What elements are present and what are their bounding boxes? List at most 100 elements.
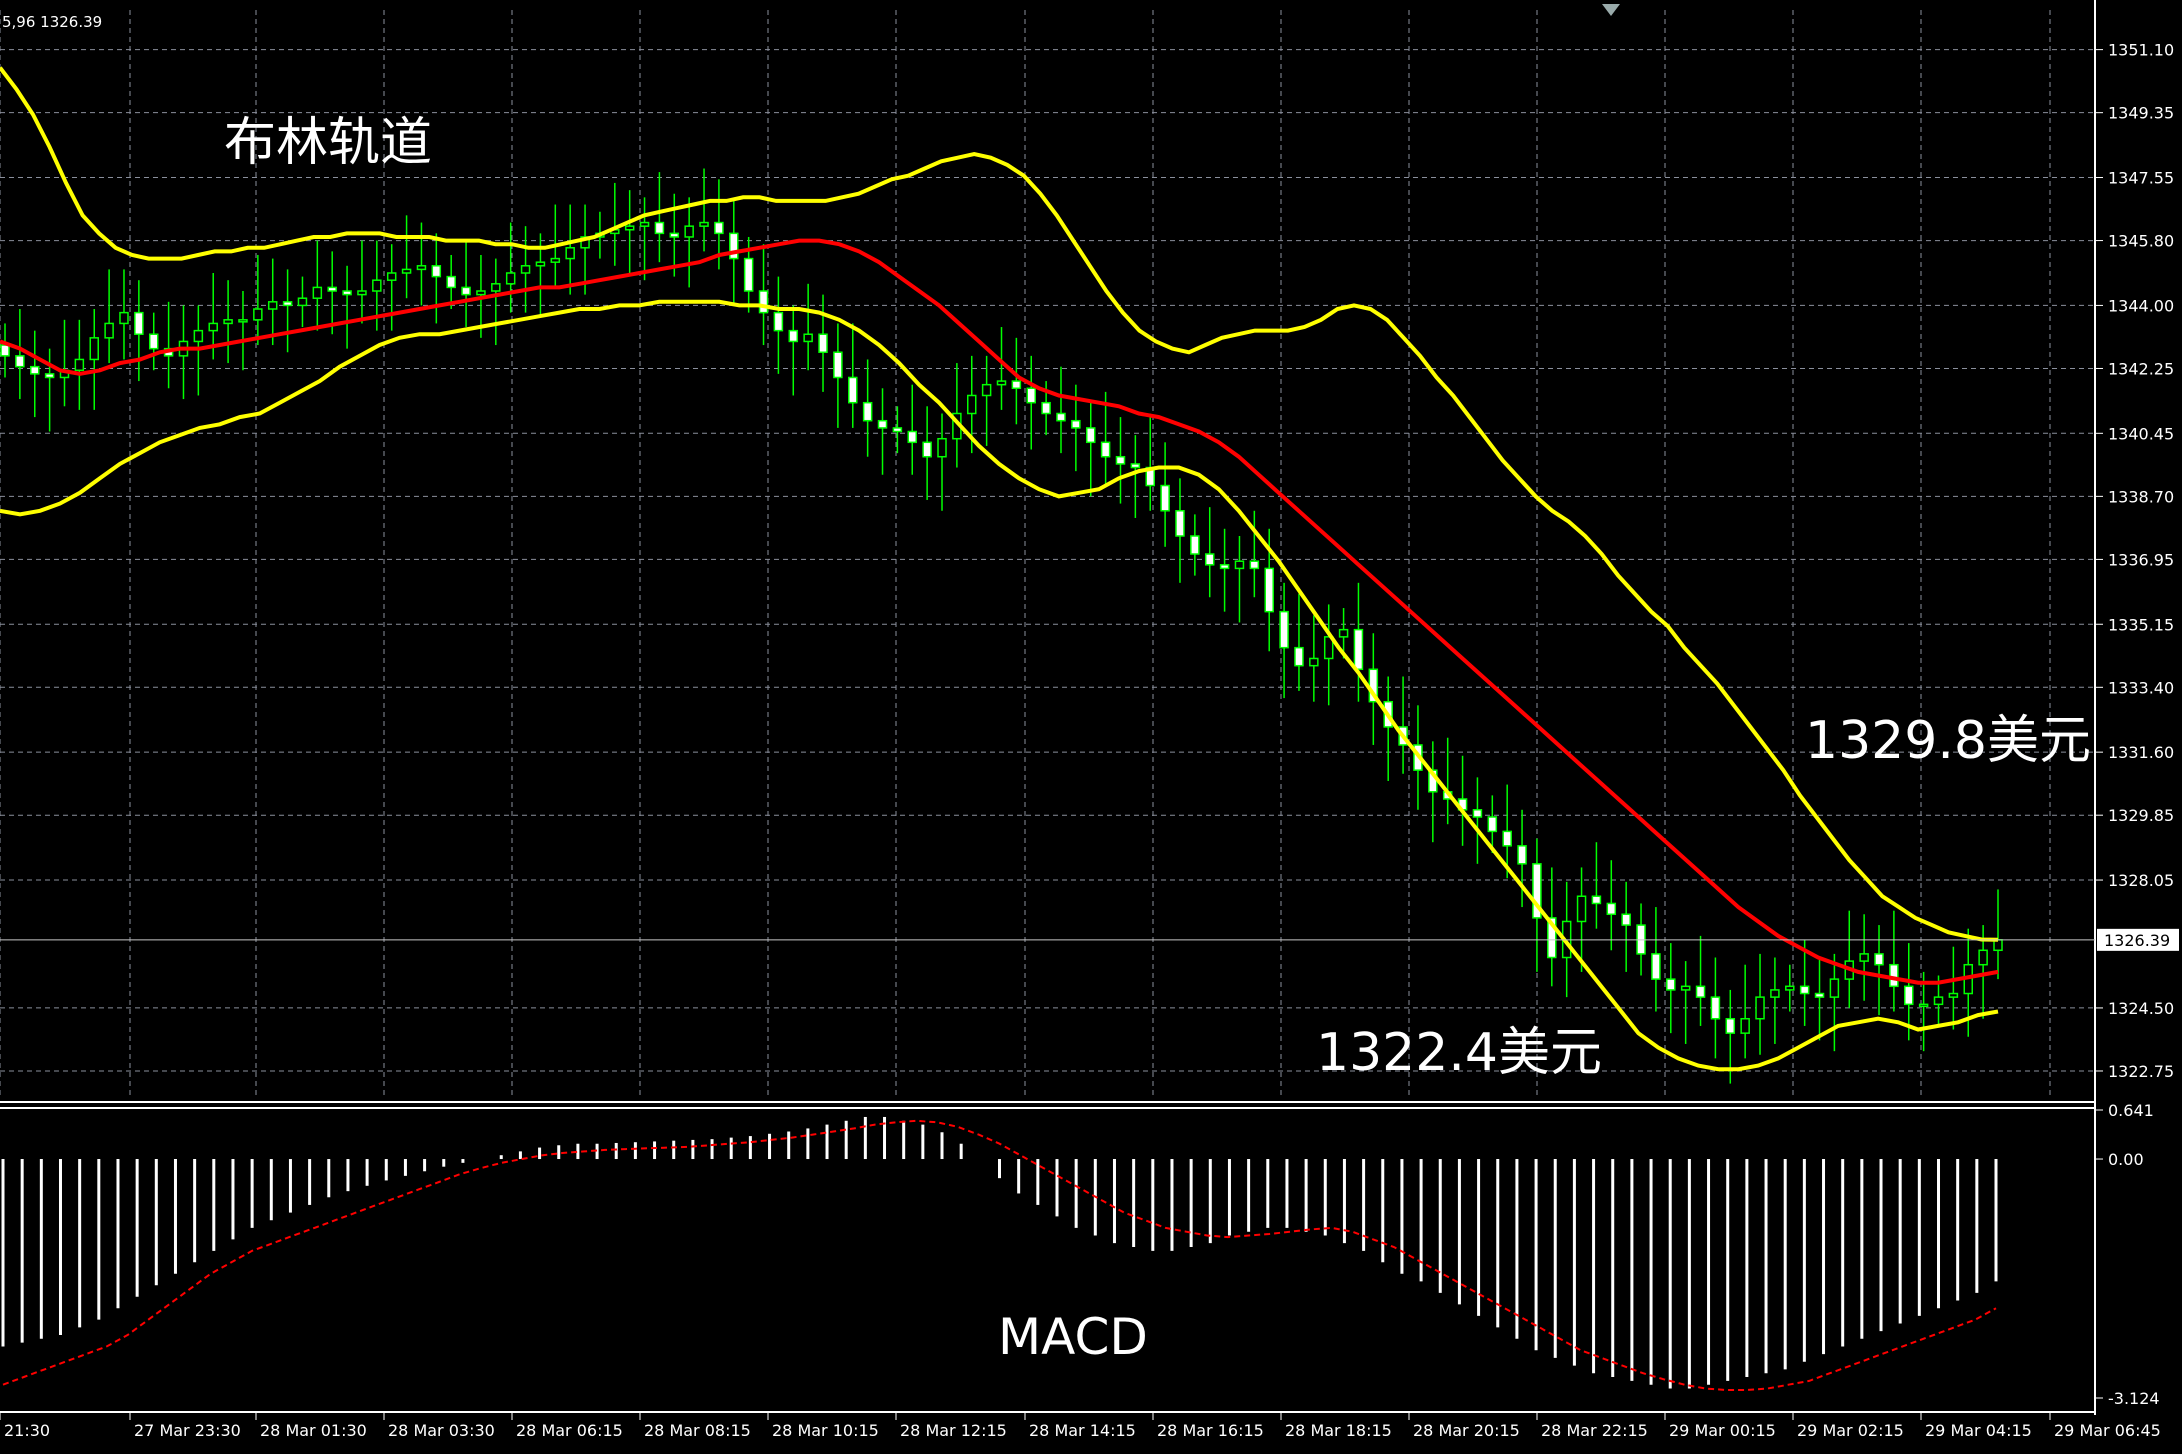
price-tick-label: 1322.75 — [2108, 1062, 2174, 1081]
candle-body — [1695, 985, 1706, 998]
candle-body — [1948, 992, 1959, 998]
candle-body — [238, 319, 248, 323]
price-tick-label: 1342.25 — [2108, 359, 2174, 378]
time-tick-label: 29 Mar 00:15 — [1669, 1421, 1776, 1440]
candle-body — [967, 394, 977, 415]
candle-body — [1785, 985, 1795, 991]
candle-body — [624, 225, 635, 231]
macd-title: MACD — [998, 1308, 1148, 1366]
chart-window: 1351.10 1349.35 1347.55 1345.80 1344.00 1342.… — [0, 0, 2182, 1450]
candle-body — [1651, 953, 1661, 980]
candle-body — [818, 333, 828, 354]
candle-body — [223, 319, 233, 325]
candle-body — [699, 221, 709, 227]
candle-body — [714, 221, 724, 235]
candle-body — [1799, 985, 1810, 995]
candle-body — [848, 376, 858, 404]
price-tick-label: 1329.85 — [2108, 806, 2174, 825]
time-tick-label: 28 Mar 08:15 — [644, 1421, 751, 1440]
time-tick-label: 28 Mar 16:15 — [1157, 1421, 1264, 1440]
candle-body — [1249, 560, 1260, 570]
time-tick-label: 27 Mar 23:30 — [134, 1421, 241, 1440]
macd-tick-label: 0.641 — [2108, 1101, 2154, 1120]
candle-body — [535, 261, 546, 267]
price-tick-label: 1340.45 — [2108, 424, 2174, 443]
price-tick-label: 1347.55 — [2108, 169, 2174, 188]
price-tick-label: 1333.40 — [2108, 678, 2174, 697]
price-tick-label: 1331.60 — [2108, 743, 2174, 762]
macd-tick-label: 0.00 — [2108, 1150, 2144, 1169]
candle-body — [862, 401, 873, 422]
candle-body — [505, 272, 516, 285]
candle-body — [1279, 610, 1289, 649]
candle-body — [1294, 646, 1304, 667]
candle-body — [1011, 380, 1022, 390]
candle-body — [907, 430, 918, 444]
candle-body — [1085, 427, 1096, 444]
candle-body — [654, 221, 665, 235]
candle-body — [1829, 978, 1840, 998]
candle-body — [1190, 535, 1200, 555]
candle-body — [1666, 978, 1676, 991]
time-tick-label: 28 Mar 01:30 — [260, 1421, 367, 1440]
price-tick-label: 1349.35 — [2108, 104, 2174, 123]
candle-body — [788, 329, 799, 343]
candle-body — [743, 257, 754, 292]
time-tick-label: 28 Mar 06:15 — [516, 1421, 623, 1440]
candle-body — [1814, 992, 1825, 998]
time-tick-label: 29 Mar 04:15 — [1925, 1421, 2032, 1440]
candle-body — [431, 265, 442, 278]
candle-body — [1740, 1017, 1750, 1034]
upper-band-label: 1329.8美元 — [1805, 711, 2091, 771]
candle-body — [491, 283, 501, 292]
candle-body — [1725, 1017, 1736, 1034]
candle-body — [0, 344, 10, 357]
candle-body — [416, 265, 427, 271]
candle-body — [134, 311, 144, 335]
price-tick-label: 1336.95 — [2108, 550, 2174, 569]
time-tick-label: 21:30 — [4, 1421, 50, 1440]
candle-body — [372, 279, 382, 292]
time-tick-label: 28 Mar 12:15 — [900, 1421, 1007, 1440]
candle-body — [74, 358, 85, 372]
candle-body — [104, 322, 114, 339]
macd-tick-label: -3.124 — [2108, 1389, 2160, 1408]
bollinger-title: 布林轨道 — [224, 113, 432, 173]
candle-body — [461, 286, 471, 296]
candle-body — [1100, 441, 1111, 458]
candle-body — [282, 301, 293, 307]
candle-body — [1918, 1003, 1929, 1008]
price-tick-label: 1344.00 — [2108, 296, 2174, 315]
candle-body — [1338, 628, 1349, 638]
time-tick-label: 28 Mar 20:15 — [1413, 1421, 1520, 1440]
candle-body — [1874, 953, 1884, 966]
time-tick-label: 28 Mar 03:30 — [388, 1421, 495, 1440]
price-tick-label: 1328.05 — [2108, 871, 2174, 890]
time-tick-label: 28 Mar 14:15 — [1029, 1421, 1136, 1440]
candle-body — [892, 427, 903, 433]
candle-body — [833, 351, 843, 379]
candle-body — [1576, 895, 1587, 923]
candle-body — [684, 225, 694, 238]
candle-body — [386, 272, 397, 281]
candle-body — [15, 355, 25, 368]
lower-band-label: 1322.4美元 — [1316, 1023, 1602, 1083]
candle-body — [1680, 985, 1691, 991]
candle-body — [1071, 419, 1081, 429]
candle-body — [1353, 628, 1364, 671]
candle-body — [922, 441, 932, 458]
candle-body — [1978, 949, 1988, 966]
candle-body — [1175, 510, 1185, 537]
candle-body — [401, 268, 412, 274]
candle-body — [476, 290, 486, 296]
candle-body — [267, 301, 278, 310]
candle-body — [773, 311, 784, 332]
candle-body — [327, 286, 337, 292]
candle-body — [1264, 567, 1274, 613]
candle-body — [1770, 989, 1780, 998]
ohlc-readout: 5,96 1326.39 — [2, 13, 102, 31]
candle-body — [357, 290, 367, 296]
candle-body — [1115, 455, 1126, 465]
candle-body — [312, 286, 323, 299]
candle-body — [1904, 985, 1914, 1006]
